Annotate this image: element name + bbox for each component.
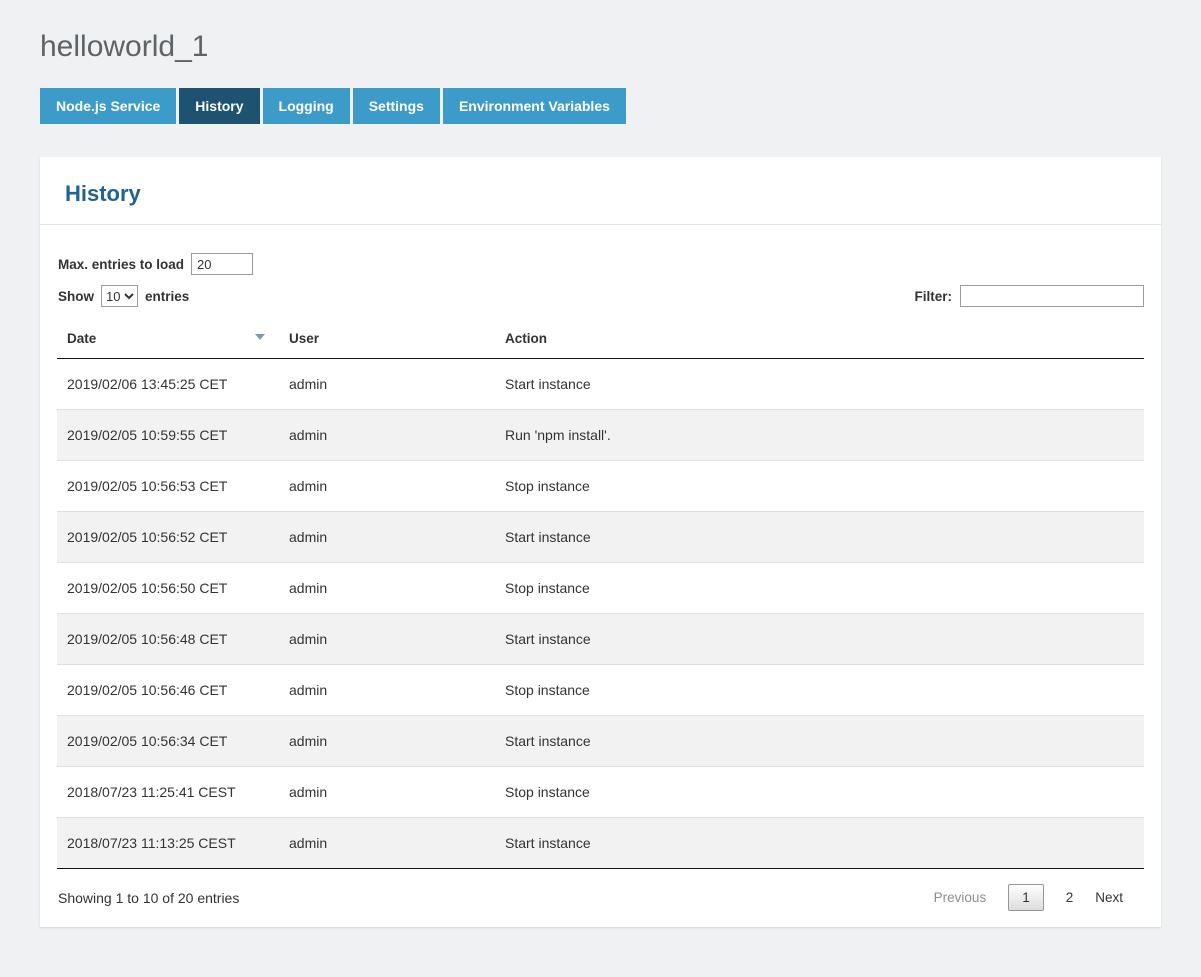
cell-date: 2019/02/05 10:59:55 CET: [57, 410, 279, 461]
cell-date: 2019/02/05 10:56:53 CET: [57, 461, 279, 512]
cell-date: 2019/02/05 10:56:34 CET: [57, 716, 279, 767]
table-row: 2019/02/05 10:59:55 CET admin Run 'npm i…: [57, 410, 1144, 461]
cell-date: 2019/02/05 10:56:48 CET: [57, 614, 279, 665]
sort-desc-icon: [255, 334, 265, 340]
table-footer: Showing 1 to 10 of 20 entries Previous 1…: [57, 868, 1144, 927]
cell-date: 2019/02/05 10:56:50 CET: [57, 563, 279, 614]
cell-date: 2019/02/05 10:56:52 CET: [57, 512, 279, 563]
cell-action: Start instance: [495, 614, 1144, 665]
column-label-user: User: [289, 331, 319, 346]
table-row: 2019/02/06 13:45:25 CET admin Start inst…: [57, 359, 1144, 410]
table-row: 2019/02/05 10:56:48 CET admin Start inst…: [57, 614, 1144, 665]
table-body: 2019/02/06 13:45:25 CET admin Start inst…: [57, 359, 1144, 869]
tab-logging[interactable]: Logging: [263, 88, 350, 124]
tab-bar: Node.js Service History Logging Settings…: [40, 88, 1161, 124]
panel-title: History: [40, 157, 1161, 225]
cell-action: Stop instance: [495, 563, 1144, 614]
tab-history[interactable]: History: [179, 88, 259, 124]
panel-body: Max. entries to load Show 10 entries Fil…: [40, 225, 1161, 927]
entries-label: entries: [145, 289, 189, 304]
table-row: 2018/07/23 11:25:41 CEST admin Stop inst…: [57, 767, 1144, 818]
column-header-user[interactable]: User: [279, 323, 495, 359]
filter-input[interactable]: [960, 285, 1144, 307]
cell-user: admin: [279, 410, 495, 461]
tab-nodejs-service[interactable]: Node.js Service: [40, 88, 176, 124]
cell-date: 2019/02/06 13:45:25 CET: [57, 359, 279, 410]
max-entries-label: Max. entries to load: [58, 257, 184, 272]
column-label-date: Date: [67, 331, 96, 346]
pagination: Previous 1 2 Next: [934, 884, 1123, 911]
column-header-date[interactable]: Date: [57, 323, 279, 359]
table-row: 2019/02/05 10:56:53 CET admin Stop insta…: [57, 461, 1144, 512]
cell-action: Start instance: [495, 716, 1144, 767]
cell-user: admin: [279, 716, 495, 767]
history-panel: History Max. entries to load Show 10 ent…: [40, 157, 1161, 927]
cell-action: Start instance: [495, 359, 1144, 410]
column-label-action: Action: [505, 331, 547, 346]
entries-summary: Showing 1 to 10 of 20 entries: [58, 890, 239, 906]
cell-date: 2019/02/05 10:56:46 CET: [57, 665, 279, 716]
max-entries-input[interactable]: [191, 253, 253, 275]
cell-user: admin: [279, 818, 495, 869]
cell-action: Start instance: [495, 818, 1144, 869]
header-row: Date User Action: [57, 323, 1144, 359]
show-label: Show: [58, 289, 94, 304]
cell-date: 2018/07/23 11:13:25 CEST: [57, 818, 279, 869]
cell-user: admin: [279, 563, 495, 614]
table-row: 2018/07/23 11:13:25 CEST admin Start ins…: [57, 818, 1144, 869]
cell-user: admin: [279, 767, 495, 818]
cell-user: admin: [279, 665, 495, 716]
tab-environment-variables[interactable]: Environment Variables: [443, 88, 626, 124]
pagination-previous[interactable]: Previous: [934, 890, 987, 905]
tab-settings[interactable]: Settings: [353, 88, 440, 124]
page: helloworld_1 Node.js Service History Log…: [0, 0, 1201, 977]
cell-user: admin: [279, 614, 495, 665]
pagination-page-1[interactable]: 1: [1008, 884, 1044, 911]
cell-action: Stop instance: [495, 461, 1144, 512]
page-title: helloworld_1: [40, 30, 1161, 64]
table-header: Date User Action: [57, 323, 1144, 359]
table-row: 2019/02/05 10:56:34 CET admin Start inst…: [57, 716, 1144, 767]
cell-action: Run 'npm install'.: [495, 410, 1144, 461]
show-filter-row: Show 10 entries Filter:: [57, 285, 1144, 307]
filter-label: Filter:: [914, 289, 952, 304]
page-size-select[interactable]: 10: [101, 285, 138, 307]
cell-user: admin: [279, 512, 495, 563]
max-entries-control: Max. entries to load: [57, 253, 1144, 275]
cell-user: admin: [279, 461, 495, 512]
history-table: Date User Action 2019/02/06 13:45:25 CET: [57, 323, 1144, 868]
table-row: 2019/02/05 10:56:50 CET admin Stop insta…: [57, 563, 1144, 614]
column-header-action[interactable]: Action: [495, 323, 1144, 359]
table-row: 2019/02/05 10:56:52 CET admin Start inst…: [57, 512, 1144, 563]
cell-action: Stop instance: [495, 665, 1144, 716]
cell-user: admin: [279, 359, 495, 410]
cell-date: 2018/07/23 11:25:41 CEST: [57, 767, 279, 818]
pagination-next[interactable]: Next: [1095, 890, 1123, 905]
cell-action: Stop instance: [495, 767, 1144, 818]
cell-action: Start instance: [495, 512, 1144, 563]
pagination-page-2[interactable]: 2: [1066, 890, 1074, 905]
table-row: 2019/02/05 10:56:46 CET admin Stop insta…: [57, 665, 1144, 716]
